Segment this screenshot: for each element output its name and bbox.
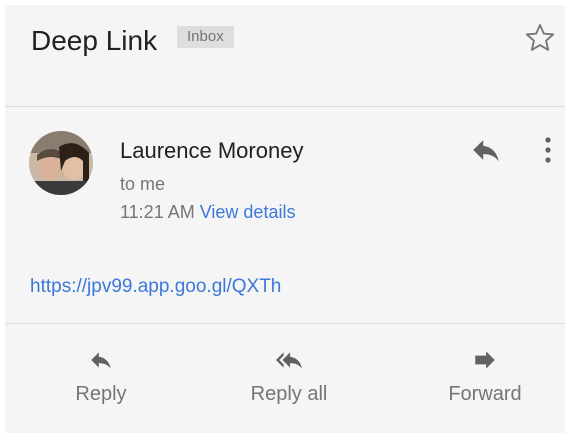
- forward-label: Forward: [448, 383, 522, 405]
- action-bar: Reply Reply all Forward: [5, 325, 565, 433]
- deep-link-url[interactable]: https://jpv99.app.goo.gl/QXTh: [30, 275, 281, 299]
- email-header: Deep Link Inbox: [5, 5, 565, 106]
- timestamp-row: 11:21 AM View details: [120, 201, 295, 223]
- forward-icon: [475, 351, 495, 369]
- reply-all-icon: [276, 352, 302, 369]
- view-details-link[interactable]: View details: [200, 202, 296, 222]
- message-time: 11:21 AM: [120, 202, 195, 222]
- reply-button[interactable]: Reply: [31, 347, 171, 417]
- forward-button[interactable]: Forward: [415, 347, 555, 417]
- reply-label: Reply: [75, 383, 127, 405]
- recipient-text: to me: [120, 174, 166, 194]
- inbox-label-badge[interactable]: Inbox: [177, 26, 234, 48]
- reply-action-icon: [91, 352, 111, 369]
- sender-name: Laurence Moroney: [120, 138, 304, 163]
- actions-divider: [5, 323, 565, 324]
- star-icon[interactable]: [523, 21, 557, 55]
- email-subject: Deep Link: [31, 25, 158, 56]
- reply-all-label: Reply all: [250, 383, 328, 405]
- header-divider: [5, 106, 565, 107]
- reply-icon[interactable]: [469, 133, 503, 167]
- reply-all-button[interactable]: Reply all: [219, 347, 359, 417]
- sender-avatar[interactable]: [29, 131, 93, 195]
- email-view: Deep Link Inbox Laurence Moroney to me 1…: [5, 5, 565, 433]
- more-vertical-icon[interactable]: [535, 133, 561, 167]
